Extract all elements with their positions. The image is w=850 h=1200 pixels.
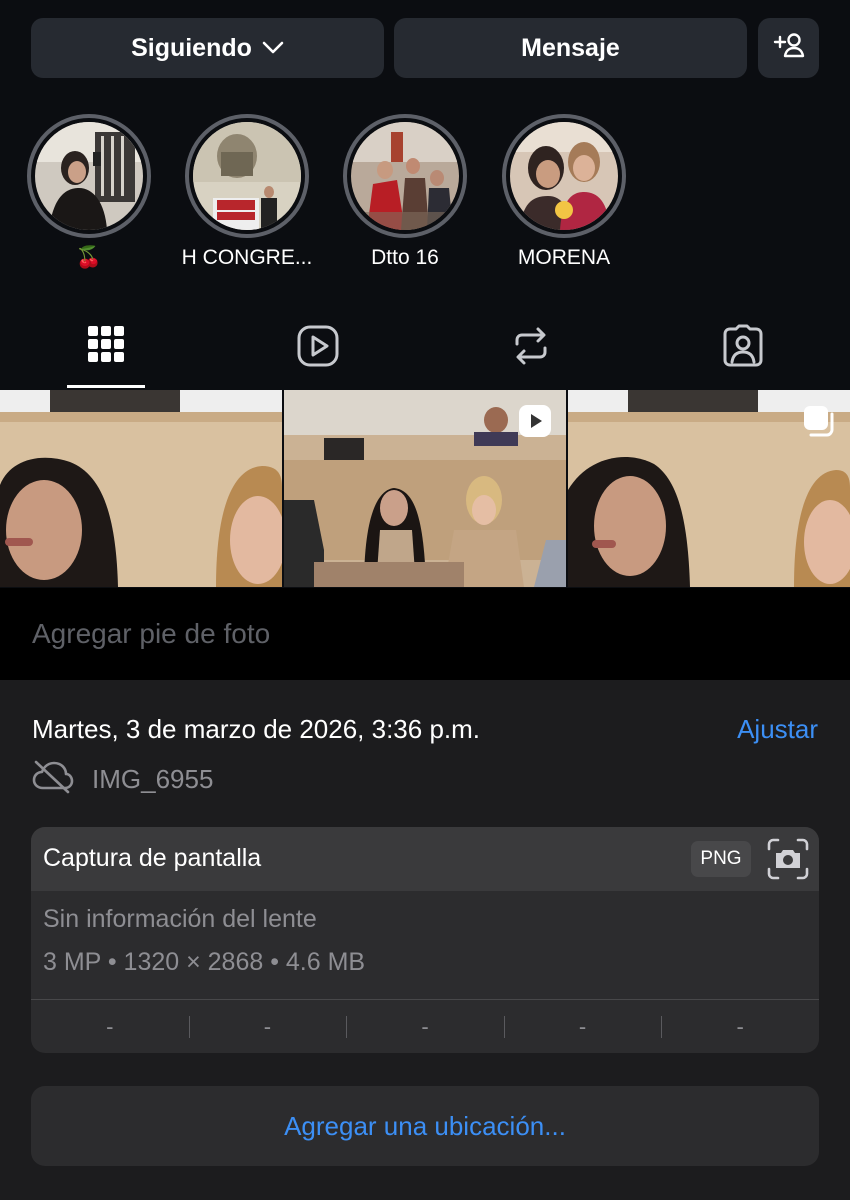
highlight-label: 🍒	[75, 246, 103, 269]
post-thumbnail[interactable]	[284, 390, 566, 587]
message-label: Mensaje	[521, 33, 620, 62]
highlight-ring	[27, 114, 151, 238]
reel-badge-icon	[518, 404, 552, 438]
profile-tabs	[0, 316, 850, 388]
exif-value: -	[188, 1000, 347, 1053]
highlight-label: MORENA	[517, 246, 611, 269]
highlight-thumbnail	[193, 122, 301, 230]
highlight-ring	[343, 114, 467, 238]
highlight-item[interactable]: 🍒	[9, 114, 169, 270]
active-tab-indicator	[67, 385, 145, 388]
highlight-label: H CONGRE...	[181, 246, 313, 269]
add-location-button[interactable]: Agregar una ubicación...	[31, 1086, 819, 1166]
suggest-user-button[interactable]	[758, 18, 819, 78]
file-name: IMG_6955	[92, 764, 214, 794]
carousel-badge-icon	[802, 404, 836, 438]
file-name-row: IMG_6955	[32, 760, 213, 799]
cloud-off-icon	[32, 760, 74, 799]
photo-date: Martes, 3 de marzo de 2026, 3:36 p.m.	[32, 714, 481, 744]
photo-info-sheet: Martes, 3 de marzo de 2026, 3:36 p.m. Aj…	[0, 680, 850, 1200]
add-person-icon	[773, 31, 805, 66]
caption-placeholder: Agregar pie de foto	[32, 618, 271, 649]
capture-type: Captura de pantalla	[43, 844, 262, 872]
add-location-label: Agregar una ubicación...	[284, 1110, 566, 1141]
format-badge: PNG	[691, 841, 751, 877]
exif-value: -	[106, 1013, 114, 1039]
highlight-label: Dtto 16	[371, 246, 439, 269]
screenshot-camera-icon	[767, 838, 809, 885]
instagram-profile: Siguiendo Mensaje 🍒 H CONGRE... Dtto 16 …	[0, 0, 850, 588]
post-thumbnail[interactable]	[568, 390, 850, 587]
highlight-ring	[185, 114, 309, 238]
post-thumbnail[interactable]	[0, 390, 282, 587]
tab-reposts[interactable]	[471, 316, 591, 388]
following-label: Siguiendo	[131, 33, 252, 62]
exif-value: -	[661, 1000, 819, 1053]
exif-value: -	[346, 1000, 504, 1053]
tab-posts-grid[interactable]	[46, 316, 166, 388]
exif-value: -	[503, 1000, 662, 1053]
lens-info: Sin información del lente	[43, 905, 317, 933]
highlight-item[interactable]: H CONGRE...	[167, 114, 327, 270]
caption-field[interactable]: Agregar pie de foto	[0, 588, 850, 680]
highlight-thumbnail	[351, 122, 459, 230]
highlight-item[interactable]: MORENA	[484, 114, 644, 270]
tab-reels[interactable]	[258, 316, 378, 388]
tab-tagged[interactable]	[683, 316, 803, 388]
adjust-button[interactable]: Ajustar	[737, 714, 818, 745]
highlight-thumbnail	[510, 122, 618, 230]
profile-actions: Siguiendo Mensaje	[31, 18, 819, 78]
highlight-item[interactable]: Dtto 16	[325, 114, 485, 270]
metadata-card: Captura de pantalla PNG Sin información …	[31, 827, 819, 1053]
following-button[interactable]: Siguiendo	[31, 18, 384, 78]
highlight-ring	[502, 114, 626, 238]
metadata-card-header: Captura de pantalla PNG	[31, 827, 819, 891]
tagged-icon	[721, 324, 765, 373]
image-metadata: 3 MP • 1320 × 2868 • 4.6 MB	[43, 948, 366, 976]
message-button[interactable]: Mensaje	[394, 18, 747, 78]
posts-grid	[0, 390, 850, 587]
reposts-icon	[509, 324, 553, 373]
chevron-down-icon	[262, 41, 284, 55]
grid-icon	[86, 324, 126, 369]
reels-icon	[296, 324, 340, 373]
highlight-thumbnail	[35, 122, 143, 230]
exif-row: - - - - -	[31, 1000, 819, 1053]
